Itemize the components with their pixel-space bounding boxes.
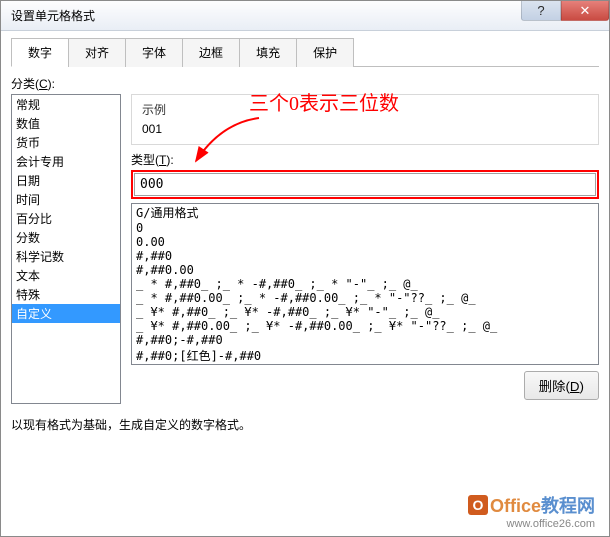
titlebar[interactable]: 设置单元格格式 ? ✕ <box>1 1 609 31</box>
fmt-item[interactable]: #,##0.00 <box>132 263 598 277</box>
fmt-item[interactable]: 0.00 <box>132 235 598 249</box>
cat-text[interactable]: 文本 <box>12 266 120 285</box>
close-button[interactable]: ✕ <box>561 1 609 21</box>
tab-protection[interactable]: 保护 <box>296 38 354 67</box>
watermark-logo-icon: O <box>468 495 488 515</box>
tab-fill[interactable]: 填充 <box>239 38 297 67</box>
fmt-item[interactable]: #,##0 <box>132 249 598 263</box>
window-title: 设置单元格格式 <box>11 7 95 24</box>
format-listbox[interactable]: G/通用格式 0 0.00 #,##0 #,##0.00 _ * #,##0_ … <box>131 203 599 365</box>
format-cells-dialog: 设置单元格格式 ? ✕ 数字 对齐 字体 边框 填充 保护 分类(C): 常规 … <box>0 0 610 537</box>
watermark-brand-suffix: 教程网 <box>541 496 595 516</box>
cat-general[interactable]: 常规 <box>12 95 120 114</box>
cat-currency[interactable]: 货币 <box>12 133 120 152</box>
watermark-brand-prefix: Office <box>490 496 541 516</box>
type-input-highlight <box>131 170 599 199</box>
fmt-item[interactable]: _ ¥* #,##0_ ;_ ¥* -#,##0_ ;_ ¥* "-"_ ;_ … <box>132 305 598 319</box>
right-pane: 示例 001 类型(T): G/通用格式 0 0.00 #,##0 #,##0.… <box>131 94 599 404</box>
sample-value: 001 <box>142 122 588 136</box>
cat-percentage[interactable]: 百分比 <box>12 209 120 228</box>
watermark-url: www.office26.com <box>468 518 595 530</box>
sample-label: 示例 <box>142 101 588 118</box>
help-icon: ? <box>537 3 544 18</box>
fmt-item[interactable]: _ * #,##0.00_ ;_ * -#,##0.00_ ;_ * "-"??… <box>132 291 598 305</box>
tab-strip: 数字 对齐 字体 边框 填充 保护 <box>11 37 599 67</box>
tab-alignment[interactable]: 对齐 <box>68 38 126 67</box>
help-button[interactable]: ? <box>521 1 561 21</box>
delete-button[interactable]: 删除(D) <box>524 371 599 400</box>
category-listbox[interactable]: 常规 数值 货币 会计专用 日期 时间 百分比 分数 科学记数 文本 特殊 自定… <box>11 94 121 404</box>
cat-accounting[interactable]: 会计专用 <box>12 152 120 171</box>
close-icon: ✕ <box>580 3 591 19</box>
fmt-item[interactable]: #,##0;-#,##0 <box>132 333 598 347</box>
hint-text: 以现有格式为基础，生成自定义的数字格式。 <box>11 416 599 433</box>
watermark: O Office教程网 www.office26.com <box>468 492 595 530</box>
sample-box: 示例 001 <box>131 94 599 145</box>
fmt-item[interactable]: G/通用格式 <box>132 204 598 221</box>
cat-scientific[interactable]: 科学记数 <box>12 247 120 266</box>
tab-border[interactable]: 边框 <box>182 38 240 67</box>
cat-custom[interactable]: 自定义 <box>12 304 120 323</box>
cat-time[interactable]: 时间 <box>12 190 120 209</box>
tab-font[interactable]: 字体 <box>125 38 183 67</box>
fmt-item[interactable]: 0 <box>132 221 598 235</box>
cat-date[interactable]: 日期 <box>12 171 120 190</box>
cat-number[interactable]: 数值 <box>12 114 120 133</box>
fmt-item[interactable]: #,##0;[红色]-#,##0 <box>132 347 598 364</box>
type-label: 类型(T): <box>131 151 599 168</box>
cat-special[interactable]: 特殊 <box>12 285 120 304</box>
fmt-item[interactable]: _ ¥* #,##0.00_ ;_ ¥* -#,##0.00_ ;_ ¥* "-… <box>132 319 598 333</box>
tab-number[interactable]: 数字 <box>11 38 69 67</box>
cat-fraction[interactable]: 分数 <box>12 228 120 247</box>
fmt-item[interactable]: _ * #,##0_ ;_ * -#,##0_ ;_ * "-"_ ;_ @_ <box>132 277 598 291</box>
type-input[interactable] <box>134 173 596 196</box>
category-label: 分类(C): <box>11 75 599 92</box>
